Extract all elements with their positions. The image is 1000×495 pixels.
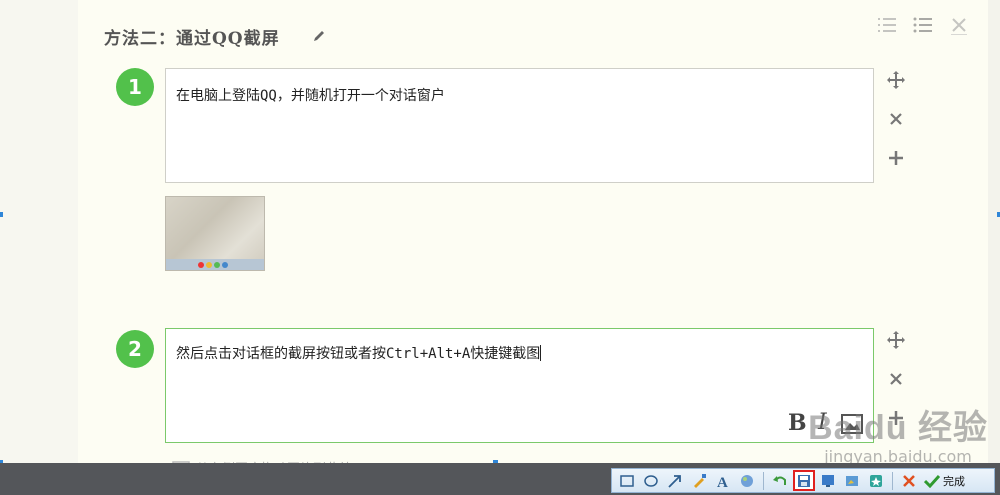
screen-icon[interactable] <box>817 470 839 491</box>
plus-icon[interactable] <box>884 146 908 170</box>
ellipse-icon[interactable] <box>640 470 662 491</box>
tray-dot <box>222 262 228 268</box>
save-icon[interactable] <box>793 470 815 491</box>
baidu-watermark: Baidu 经验 jingyan.baidu.com <box>808 400 988 466</box>
unordered-list-icon[interactable] <box>912 14 934 36</box>
step-text-box-active[interactable]: 然后点击对话框的截屏按钮或者按Ctrl+Alt+A快捷键截图 <box>165 328 874 443</box>
section-toolbar <box>876 14 970 36</box>
arrow-icon[interactable] <box>664 470 686 491</box>
ordered-list-icon[interactable] <box>876 14 898 36</box>
done-button[interactable]: 完成 <box>922 473 967 489</box>
close-icon[interactable] <box>948 14 970 36</box>
tray-dot <box>198 262 204 268</box>
checkmark-icon <box>924 474 940 488</box>
text-caret <box>540 345 542 361</box>
right-margin <box>988 0 1000 463</box>
brush-icon[interactable] <box>688 470 710 491</box>
qq-screenshot-toolbar: A 完成 <box>611 468 995 493</box>
mosaic-icon[interactable] <box>736 470 758 491</box>
cancel-icon[interactable] <box>898 470 920 491</box>
move-icon[interactable] <box>884 68 908 92</box>
move-icon[interactable] <box>884 328 908 352</box>
close-icon[interactable] <box>884 367 908 391</box>
step-text: 在电脑上登陆QQ，并随机打开一个对话窗户 <box>176 88 445 104</box>
edit-image-icon[interactable] <box>841 470 863 491</box>
step-text: 然后点击对话框的截屏按钮或者按Ctrl+Alt+A快捷键截图 <box>176 346 541 362</box>
tray-dot <box>214 262 220 268</box>
rectangle-icon[interactable] <box>616 470 638 491</box>
selection-handle-left[interactable] <box>0 212 3 217</box>
watermark-logo: Baidu 经验 <box>808 409 988 447</box>
bold-button[interactable]: B <box>788 410 807 436</box>
undo-icon[interactable] <box>769 470 791 491</box>
toolbar-separator <box>763 471 764 490</box>
step-tools <box>884 68 908 185</box>
step-number-badge: 2 <box>116 330 154 368</box>
favorite-icon[interactable] <box>865 470 887 491</box>
pencil-icon[interactable] <box>312 28 326 47</box>
section-title: 方法二：通过QQ截屏 <box>104 29 280 49</box>
step-screenshot-thumbnail[interactable] <box>165 196 265 271</box>
toolbar-separator <box>892 471 893 490</box>
step-number-badge: 1 <box>116 68 154 106</box>
left-margin <box>0 0 78 463</box>
svg-text:A: A <box>717 475 728 489</box>
step-text-box[interactable]: 在电脑上登陆QQ，并随机打开一个对话窗户 <box>165 68 874 183</box>
close-icon[interactable] <box>884 107 908 131</box>
done-label: 完成 <box>943 474 965 488</box>
text-icon[interactable]: A <box>712 470 734 491</box>
tray-dot <box>206 262 212 268</box>
